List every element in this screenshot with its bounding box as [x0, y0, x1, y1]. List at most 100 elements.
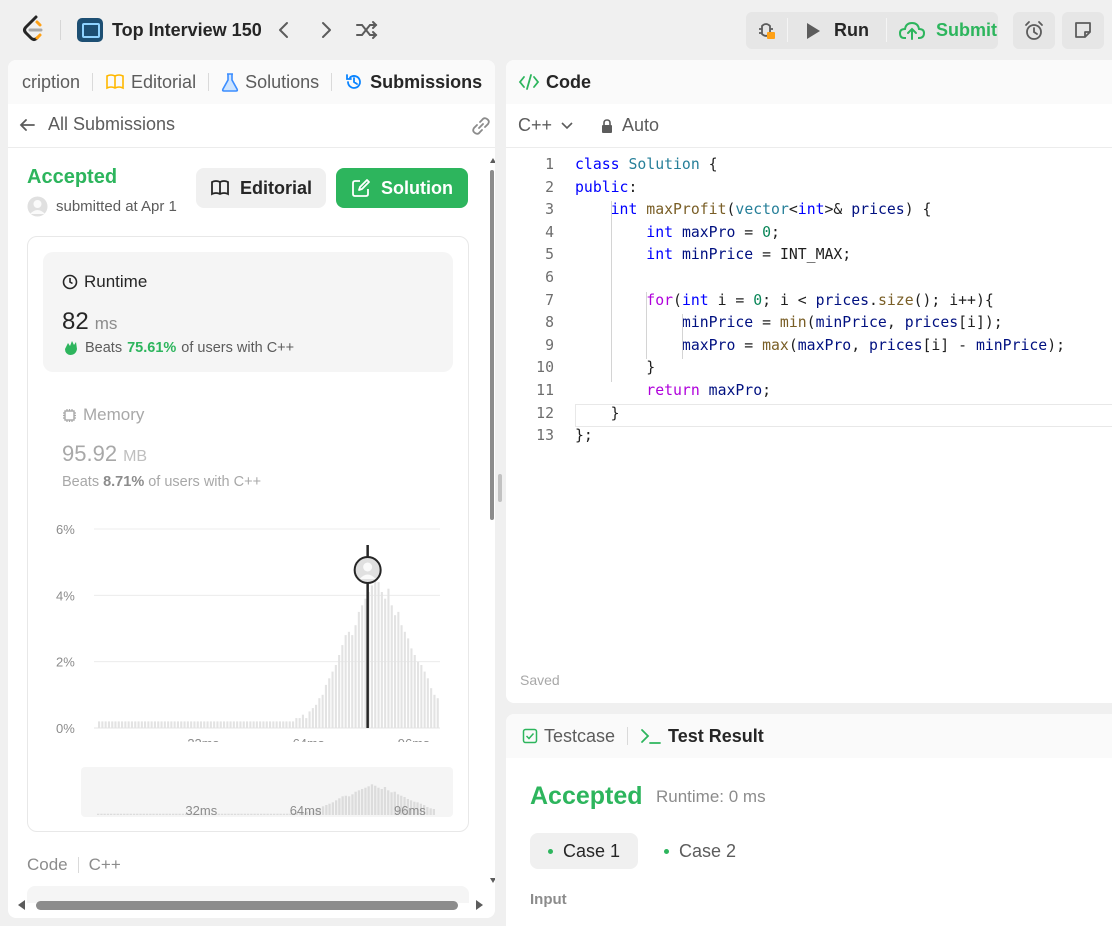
distribution-bar[interactable] [338, 655, 341, 728]
distribution-bar[interactable] [380, 592, 383, 728]
distribution-bar[interactable] [265, 721, 268, 728]
distribution-bar[interactable] [252, 721, 255, 728]
distribution-bar[interactable] [278, 721, 281, 728]
distribution-bar[interactable] [292, 721, 295, 728]
distribution-bar[interactable] [213, 721, 216, 728]
distribution-bar[interactable] [347, 631, 350, 728]
distribution-bar[interactable] [114, 721, 117, 728]
distribution-bar[interactable] [328, 678, 331, 729]
scroll-right-icon[interactable] [476, 900, 483, 910]
scroll-up-icon[interactable] [490, 158, 495, 163]
distribution-bar[interactable] [407, 638, 410, 728]
study-plan-icon[interactable] [77, 18, 103, 42]
distribution-bar[interactable] [413, 655, 416, 728]
tab-solutions[interactable]: Solutions [221, 72, 319, 93]
scroll-left-icon[interactable] [18, 900, 25, 910]
notes-button[interactable] [1062, 12, 1104, 49]
distribution-bar[interactable] [104, 721, 107, 728]
distribution-bar[interactable] [275, 721, 278, 728]
memory-header[interactable]: Memory [62, 405, 144, 425]
tab-testcase[interactable]: Testcase [522, 726, 615, 747]
case-2-tab[interactable]: Case 2 [646, 833, 754, 869]
leetcode-logo[interactable] [20, 14, 48, 44]
distribution-bar[interactable] [246, 721, 249, 728]
distribution-bar[interactable] [193, 721, 196, 728]
tab-submissions[interactable]: Submissions [344, 72, 482, 93]
problem-list-title[interactable]: Top Interview 150 [112, 20, 262, 41]
distribution-bar[interactable] [173, 721, 176, 728]
distribution-bar[interactable] [370, 585, 373, 728]
distribution-bar[interactable] [196, 721, 199, 728]
distribution-bar[interactable] [107, 721, 110, 728]
distribution-bar[interactable] [334, 665, 337, 728]
distribution-bar[interactable] [351, 635, 354, 728]
distribution-bar[interactable] [417, 661, 420, 728]
avatar[interactable] [27, 196, 48, 217]
runtime-distribution-chart[interactable]: 6% 4% 2% 0% 32ms 64ms 96ms [28, 507, 468, 742]
distribution-bar[interactable] [98, 721, 101, 728]
distribution-bar[interactable] [219, 721, 222, 728]
distribution-bar[interactable] [239, 721, 242, 728]
distribution-bar[interactable] [229, 721, 232, 728]
distribution-bar[interactable] [111, 721, 114, 728]
prev-problem-icon[interactable] [270, 16, 298, 44]
distribution-bar[interactable] [282, 721, 285, 728]
all-submissions-link[interactable]: All Submissions [18, 114, 175, 135]
distribution-bar[interactable] [157, 721, 160, 728]
distribution-bar[interactable] [101, 721, 104, 728]
distribution-bar[interactable] [384, 598, 387, 728]
distribution-bar[interactable] [249, 721, 252, 728]
h-scroll-thumb[interactable] [36, 901, 458, 910]
submit-button[interactable]: Submit [898, 12, 997, 49]
distribution-bar[interactable] [311, 708, 314, 728]
distribution-bar[interactable] [298, 718, 301, 728]
distribution-bar[interactable] [364, 598, 367, 728]
distribution-bar[interactable] [206, 721, 209, 728]
distribution-bar[interactable] [269, 721, 272, 728]
distribution-bar[interactable] [390, 605, 393, 728]
link-icon[interactable] [470, 116, 492, 136]
tab-test-result[interactable]: Test Result [640, 726, 764, 747]
distribution-bar[interactable] [400, 625, 403, 728]
distribution-bar[interactable] [387, 588, 390, 728]
distribution-bar[interactable] [354, 625, 357, 728]
tab-editorial[interactable]: Editorial [105, 72, 196, 93]
distribution-bar[interactable] [176, 721, 179, 728]
vertical-scrollbar[interactable] [490, 156, 495, 901]
distribution-bar[interactable] [262, 721, 265, 728]
distribution-bar[interactable] [410, 648, 413, 728]
distribution-bar[interactable] [140, 721, 143, 728]
distribution-bar[interactable] [167, 721, 170, 728]
distribution-bar[interactable] [183, 721, 186, 728]
distribution-bar[interactable] [423, 671, 426, 728]
distribution-bar[interactable] [134, 721, 137, 728]
distribution-bar[interactable] [436, 698, 439, 728]
distribution-bar[interactable] [147, 721, 150, 728]
distribution-bar[interactable] [216, 721, 219, 728]
distribution-bar[interactable] [121, 721, 124, 728]
distribution-bar[interactable] [130, 721, 133, 728]
scroll-thumb[interactable] [490, 170, 494, 520]
distribution-bar[interactable] [361, 605, 364, 728]
distribution-bar[interactable] [433, 694, 436, 728]
distribution-bar[interactable] [242, 721, 245, 728]
distribution-bar[interactable] [341, 645, 344, 728]
distribution-bar[interactable] [420, 665, 423, 728]
distribution-bar[interactable] [209, 721, 212, 728]
next-problem-icon[interactable] [312, 16, 340, 44]
distribution-bar[interactable] [318, 698, 321, 728]
distribution-bar[interactable] [180, 721, 183, 728]
shuffle-icon[interactable] [353, 16, 381, 44]
tab-description[interactable]: cription [22, 72, 80, 93]
distribution-bar[interactable] [305, 718, 308, 728]
distribution-bar[interactable] [374, 575, 377, 728]
distribution-bar[interactable] [153, 721, 156, 728]
distribution-bar[interactable] [301, 714, 304, 728]
distribution-bar[interactable] [186, 721, 189, 728]
distribution-bar[interactable] [190, 721, 193, 728]
code-editor[interactable]: 1 class Solution {2 public: 3 int maxProfit… [506, 156, 1112, 456]
distribution-bar[interactable] [203, 721, 206, 728]
solution-button[interactable]: Solution [336, 168, 468, 208]
runtime-card[interactable]: Runtime 82 ms Beats 75.61% of users with… [43, 252, 453, 372]
distribution-bar[interactable] [236, 721, 239, 728]
